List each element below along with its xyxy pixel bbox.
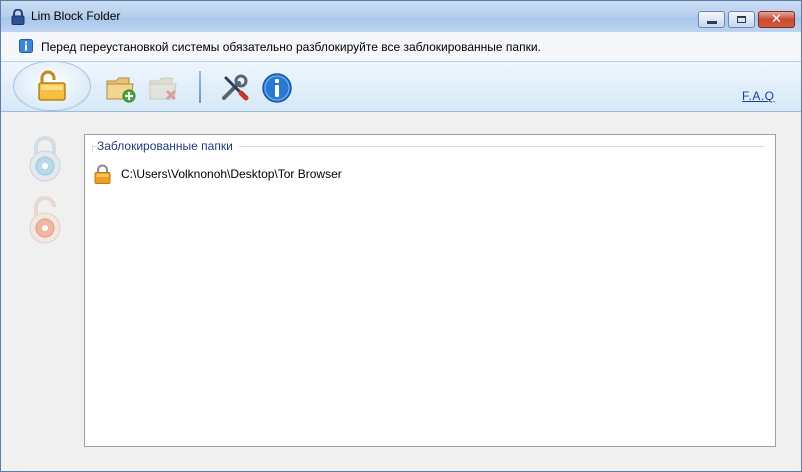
maximize-button[interactable] xyxy=(728,11,755,28)
toolbar-separator xyxy=(199,71,201,103)
minimize-icon xyxy=(706,21,717,24)
tools-icon[interactable] xyxy=(217,71,251,105)
info-small-icon xyxy=(19,39,33,53)
unlock-orange-icon[interactable] xyxy=(28,196,62,246)
title-bar[interactable] xyxy=(1,1,801,32)
list-item[interactable]: C:\Users\Volknonoh\Desktop\Tor Browser xyxy=(94,163,342,185)
folder-path: C:\Users\Volknonoh\Desktop\Tor Browser xyxy=(121,167,342,181)
folder-add-icon[interactable] xyxy=(104,71,138,105)
close-icon: ✕ xyxy=(771,12,782,27)
folder-remove-icon[interactable] xyxy=(147,71,181,105)
padlock-icon xyxy=(94,164,111,184)
lock-blue-icon[interactable] xyxy=(28,134,62,184)
app-window: Lim Block Folder ✕ Перед переустановкой … xyxy=(0,0,802,472)
maximize-icon xyxy=(737,16,746,23)
info-icon[interactable] xyxy=(260,71,294,105)
faq-link[interactable]: F.A.Q xyxy=(742,89,775,103)
app-lock-icon xyxy=(11,9,25,25)
close-button[interactable]: ✕ xyxy=(758,11,795,28)
minimize-button[interactable] xyxy=(698,11,725,28)
group-title: Заблокированные папки xyxy=(97,139,239,153)
info-message: Перед переустановкой системы обязательно… xyxy=(41,40,541,54)
unlocked-lock-icon xyxy=(38,70,66,101)
window-title: Lim Block Folder xyxy=(31,9,121,23)
